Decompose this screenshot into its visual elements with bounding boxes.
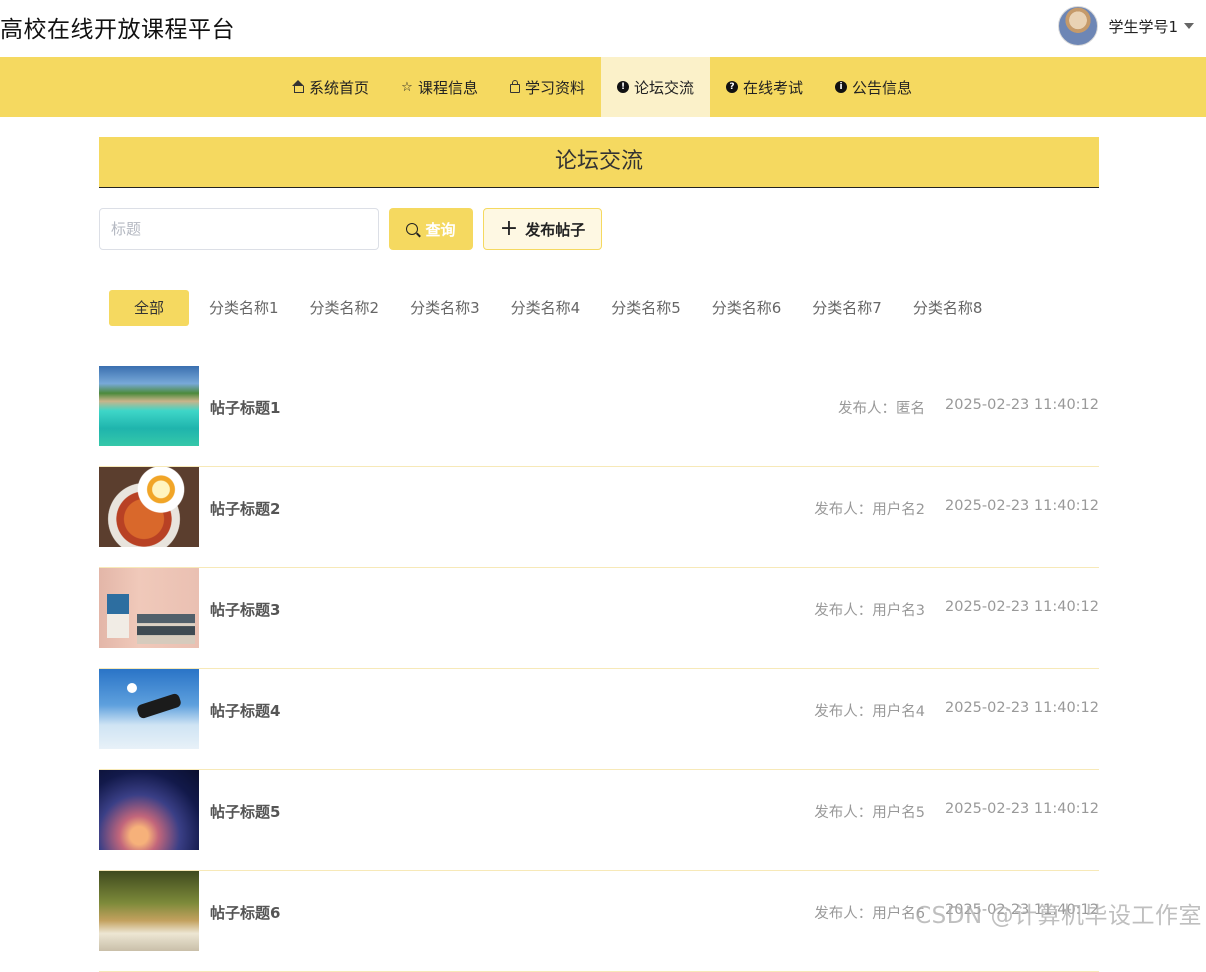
nav-item-exam[interactable]: ? 在线考试 (710, 57, 819, 117)
query-button-label: 查询 (425, 220, 456, 239)
category-tab[interactable]: 分类名称5 (611, 290, 681, 326)
post-author: 发布人：用户名6 (814, 906, 925, 922)
user-name[interactable]: 学生学号1 (1108, 16, 1178, 37)
nav-item-label: 系统首页 (308, 78, 369, 97)
category-tab[interactable]: 分类名称6 (712, 290, 782, 326)
nav-item-courses[interactable]: ☆ 课程信息 (385, 57, 494, 117)
exclamation-circle-icon: ! (617, 81, 629, 93)
post-time: 2025-02-23 11:40:12 (945, 397, 1099, 413)
new-post-button[interactable]: + 发布帖子 (483, 208, 602, 250)
post-title[interactable]: 帖子标题5 (210, 801, 280, 822)
caret-down-icon[interactable] (1184, 23, 1194, 29)
watermark: CSDN @计算机毕设工作室 (915, 903, 1202, 929)
nav-item-label: 课程信息 (417, 78, 478, 97)
post-meta: 发布人：用户名5 2025-02-23 11:40:12 (814, 801, 1099, 822)
post-time: 2025-02-23 11:40:12 (945, 700, 1099, 716)
post-row[interactable]: 帖子标题1 发布人：匿名 2025-02-23 11:40:12 (99, 366, 1099, 467)
search-input[interactable] (99, 208, 379, 250)
section-title: 论坛交流 (99, 137, 1099, 188)
new-post-button-label: 发布帖子 (525, 220, 586, 239)
category-tab[interactable]: 分类名称7 (812, 290, 882, 326)
post-meta: 发布人：用户名3 2025-02-23 11:40:12 (814, 599, 1099, 620)
post-thumbnail[interactable] (99, 871, 199, 951)
post-row[interactable]: 帖子标题4 发布人：用户名4 2025-02-23 11:40:12 (99, 669, 1099, 770)
nav-item-label: 在线考试 (743, 78, 804, 97)
post-author: 发布人：用户名4 (814, 704, 925, 720)
post-author: 发布人：用户名2 (814, 502, 925, 518)
post-thumbnail[interactable] (99, 366, 199, 446)
post-row[interactable]: 帖子标题3 发布人：用户名3 2025-02-23 11:40:12 (99, 568, 1099, 669)
info-circle-icon: i (835, 81, 848, 93)
post-thumbnail[interactable] (99, 568, 199, 648)
top-bar: 高校在线开放课程平台 学生学号1 (0, 0, 1206, 57)
post-thumbnail[interactable] (99, 770, 199, 850)
nav-item-materials[interactable]: 学习资料 (494, 57, 601, 117)
post-title[interactable]: 帖子标题6 (210, 902, 280, 923)
nav-item-notices[interactable]: i 公告信息 (819, 57, 928, 117)
site-title: 高校在线开放课程平台 (0, 17, 235, 43)
category-tab[interactable]: 分类名称2 (310, 290, 380, 326)
post-thumbnail[interactable] (99, 669, 199, 749)
question-circle-icon: ? (726, 81, 739, 93)
post-time: 2025-02-23 11:40:12 (945, 498, 1099, 514)
post-row[interactable]: 帖子标题5 发布人：用户名5 2025-02-23 11:40:12 (99, 770, 1099, 871)
post-meta: 发布人：匿名 2025-02-23 11:40:12 (838, 397, 1099, 418)
category-tab-all[interactable]: 全部 (109, 290, 189, 326)
nav-item-label: 学习资料 (524, 78, 585, 97)
category-tab[interactable]: 分类名称4 (511, 290, 581, 326)
category-tab[interactable]: 分类名称1 (209, 290, 279, 326)
post-title[interactable]: 帖子标题1 (210, 397, 280, 418)
category-tab[interactable]: 分类名称3 (410, 290, 480, 326)
main-nav: 系统首页 ☆ 课程信息 学习资料 ! 论坛交流 ? 在线考试 i 公告信息 (0, 57, 1206, 117)
user-avatar[interactable] (1058, 6, 1099, 46)
post-time: 2025-02-23 11:40:12 (945, 599, 1099, 615)
home-icon (291, 79, 304, 93)
search-icon (406, 223, 419, 235)
query-button[interactable]: 查询 (389, 208, 473, 250)
bag-icon (509, 80, 520, 93)
star-icon: ☆ (401, 80, 413, 95)
user-menu[interactable]: 学生学号1 (1058, 6, 1194, 46)
post-title[interactable]: 帖子标题2 (210, 498, 280, 519)
post-meta: 发布人：用户名4 2025-02-23 11:40:12 (814, 700, 1099, 721)
post-row[interactable]: 帖子标题2 发布人：用户名2 2025-02-23 11:40:12 (99, 467, 1099, 568)
post-time: 2025-02-23 11:40:12 (945, 801, 1099, 817)
nav-item-home[interactable]: 系统首页 (278, 57, 385, 117)
post-author: 发布人：匿名 (838, 401, 925, 417)
post-author: 发布人：用户名3 (814, 603, 925, 619)
post-list: 帖子标题1 发布人：匿名 2025-02-23 11:40:12 帖子标题2 发… (99, 366, 1099, 972)
category-tab[interactable]: 分类名称8 (913, 290, 983, 326)
nav-item-forum[interactable]: ! 论坛交流 (601, 57, 711, 117)
post-meta: 发布人：用户名2 2025-02-23 11:40:12 (814, 498, 1099, 519)
nav-item-label: 论坛交流 (634, 78, 695, 97)
post-thumbnail[interactable] (99, 467, 199, 547)
nav-item-label: 公告信息 (852, 78, 913, 97)
post-title[interactable]: 帖子标题4 (210, 700, 280, 721)
post-title[interactable]: 帖子标题3 (210, 599, 280, 620)
post-author: 发布人：用户名5 (814, 805, 925, 821)
category-tabs: 全部 分类名称1 分类名称2 分类名称3 分类名称4 分类名称5 分类名称6 分… (109, 290, 1013, 326)
plus-icon: + (499, 216, 519, 241)
